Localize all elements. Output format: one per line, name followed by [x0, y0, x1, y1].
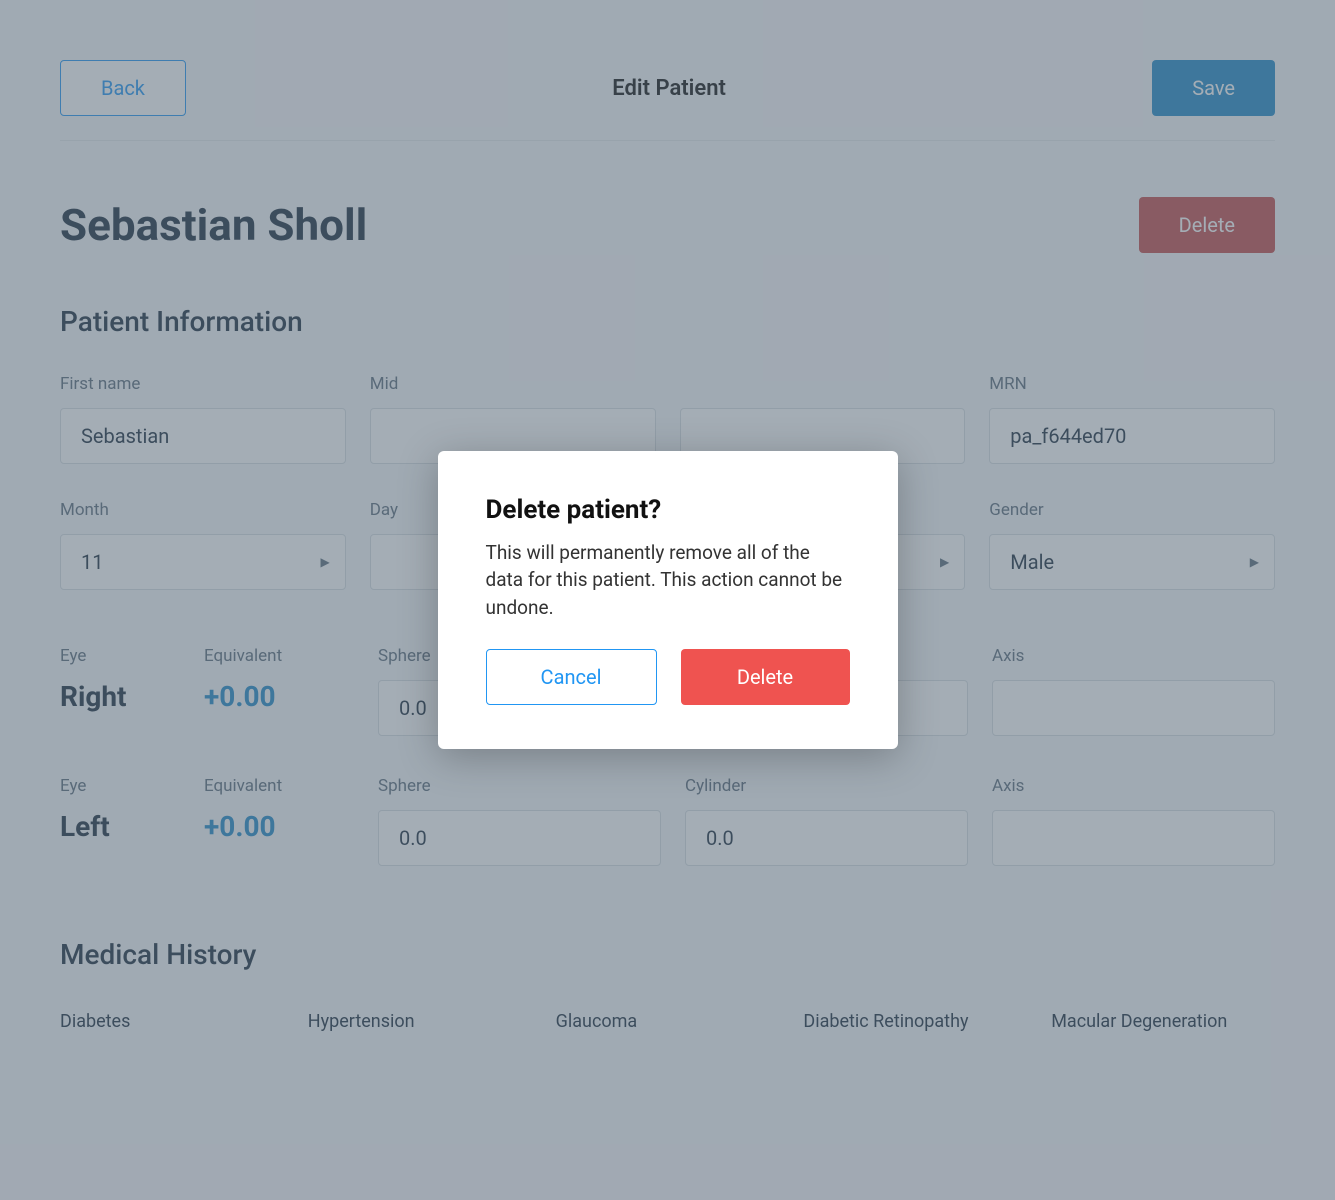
- delete-confirm-modal: Delete patient? This will permanently re…: [438, 451, 898, 750]
- modal-title: Delete patient?: [486, 495, 850, 525]
- modal-actions: Cancel Delete: [486, 649, 850, 705]
- modal-cancel-button[interactable]: Cancel: [486, 649, 657, 705]
- modal-overlay[interactable]: Delete patient? This will permanently re…: [0, 0, 1335, 1200]
- modal-delete-button[interactable]: Delete: [681, 649, 850, 705]
- modal-body: This will permanently remove all of the …: [486, 539, 850, 622]
